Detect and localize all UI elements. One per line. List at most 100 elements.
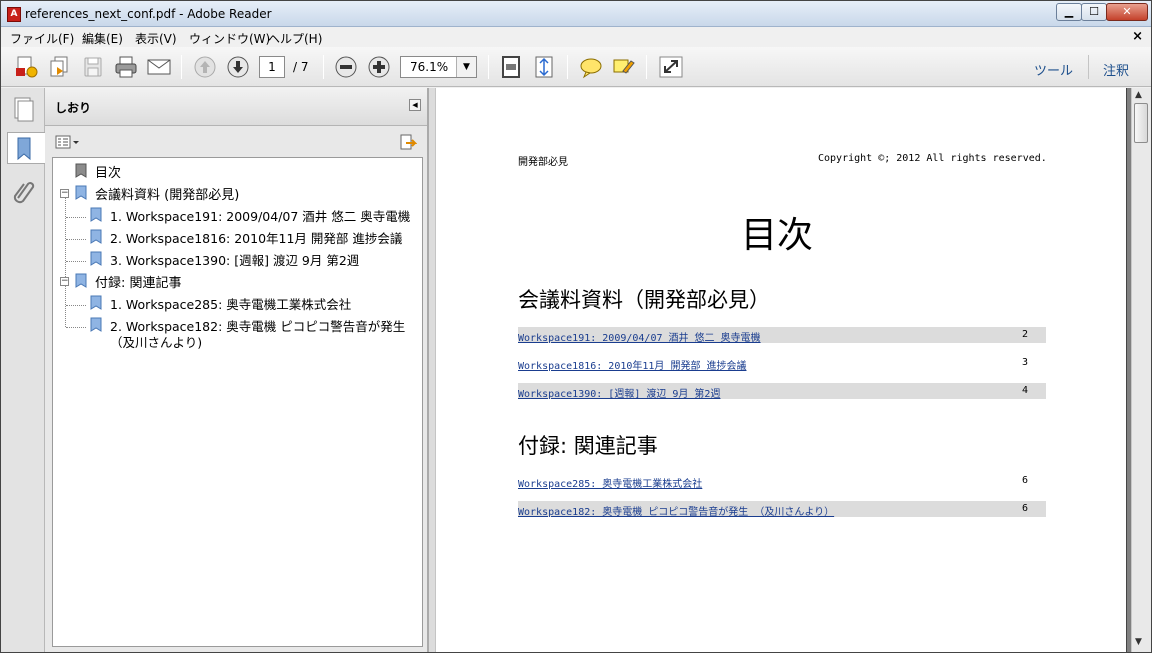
sticky-note-icon[interactable] [578, 55, 604, 79]
create-pdf-icon[interactable] [13, 55, 39, 79]
scroll-up-icon[interactable]: ▲ [1135, 90, 1142, 100]
bookmark-tree: 目次 − 会議料資料 (開発部必見) 1. Workspace191: 2009… [52, 157, 423, 647]
bookmark-item-workspace1390[interactable]: 3. Workspace1390: [週報] 渡辺 9月 第2週 [110, 250, 359, 269]
bookmark-icon [90, 251, 102, 266]
bookmarks-panel: しおり ◀ 目次 − 会議料資料 (開発部必見) 1. Workspace191… [45, 88, 428, 652]
toolbar-separator [323, 55, 324, 79]
combine-files-icon[interactable] [47, 55, 73, 79]
document-view[interactable]: 開発部必見 Copyright ©; 2012 All rights reser… [436, 88, 1131, 652]
bookmark-icon [90, 317, 102, 332]
toc-link[interactable]: Workspace1816: 2010年11月 開発部 進捗会議 [518, 357, 746, 372]
scroll-down-icon[interactable]: ▼ [1135, 637, 1142, 647]
comment-pane-link[interactable]: 注釈 [1103, 60, 1129, 79]
collapse-toggle-icon[interactable]: − [60, 189, 69, 198]
page-total: / 7 [293, 60, 309, 74]
vertical-scrollbar[interactable]: ▲ ▼ [1131, 88, 1151, 652]
tree-line [66, 217, 86, 218]
highlight-text-icon[interactable] [611, 55, 637, 79]
minimize-button[interactable]: ▁ [1056, 3, 1082, 21]
toc-link[interactable]: Workspace1390: [週報] 渡辺 9月 第2週 [518, 385, 720, 400]
toc-link[interactable]: Workspace182: 奥寺電機 ピコピコ警告音が発生 （及川さんより） [518, 503, 834, 518]
bookmark-icon [75, 163, 87, 178]
print-icon[interactable] [113, 55, 139, 79]
pdf-page: 開発部必見 Copyright ©; 2012 All rights reser… [436, 88, 1127, 652]
menu-help[interactable]: ヘルプ(H) [268, 30, 322, 47]
scroll-thumb[interactable] [1134, 103, 1148, 143]
toolbar-separator [567, 55, 568, 79]
toc-entry[interactable]: Workspace182: 奥寺電機 ピコピコ警告音が発生 （及川さんより） 6 [518, 501, 1046, 518]
toolbar: / 7 76.1% ▼ ツール 注釈 [1, 47, 1151, 87]
bookmark-icon [75, 273, 87, 288]
fit-page-icon[interactable] [498, 55, 524, 79]
bookmark-options-button[interactable] [55, 135, 81, 149]
bookmark-item-toc[interactable]: 目次 [95, 162, 121, 181]
toc-link[interactable]: Workspace285: 奥寺電機工業株式会社 [518, 475, 702, 490]
chevron-down-icon[interactable]: ▼ [456, 57, 476, 77]
bookmark-item-appendix[interactable]: 付録: 関連記事 [95, 272, 182, 291]
toc-page-number: 3 [1022, 357, 1029, 368]
bookmark-item-workspace285[interactable]: 1. Workspace285: 奥寺電機工業株式会社 [110, 294, 351, 313]
reader-window: A references_next_conf.pdf - Adobe Reade… [0, 0, 1152, 653]
collapse-toggle-icon[interactable]: − [60, 277, 69, 286]
menu-file[interactable]: ファイル(F) [10, 30, 74, 47]
toc-entry[interactable]: Workspace1816: 2010年11月 開発部 進捗会議 3 [518, 355, 1046, 372]
page-header-right: Copyright ©; 2012 All rights reserved. [818, 153, 1047, 164]
toolbar-separator [181, 55, 182, 79]
title-bar: A references_next_conf.pdf - Adobe Reade… [1, 1, 1151, 27]
toc-entry[interactable]: Workspace1390: [週報] 渡辺 9月 第2週 4 [518, 383, 1046, 400]
bookmark-item-workspace1816[interactable]: 2. Workspace1816: 2010年11月 開発部 進捗会議 [110, 228, 402, 247]
bookmarks-panel-icon[interactable] [7, 132, 45, 164]
page-number-input[interactable] [259, 56, 285, 78]
tree-line [66, 327, 86, 328]
attachments-icon[interactable] [7, 176, 39, 208]
toolbar-separator [646, 55, 647, 79]
bookmarks-title: しおり [55, 101, 92, 115]
toc-entry[interactable]: Workspace191: 2009/04/07 酒井 悠二 奥寺電機 2 [518, 327, 1046, 344]
navigation-pane-strip [1, 88, 45, 652]
bookmark-icon [75, 185, 87, 200]
close-document-button[interactable]: × [1132, 29, 1143, 44]
fit-width-icon[interactable] [531, 55, 557, 79]
window-title: references_next_conf.pdf - Adobe Reader [25, 7, 272, 21]
menu-edit[interactable]: 編集(E) [82, 30, 123, 47]
zoom-out-icon[interactable] [333, 55, 359, 79]
page-header-left: 開発部必見 [518, 157, 568, 168]
tree-line [66, 239, 86, 240]
toc-link[interactable]: Workspace191: 2009/04/07 酒井 悠二 奥寺電機 [518, 329, 761, 344]
section-title: 付録: 関連記事 [518, 434, 658, 458]
toc-title: 目次 [741, 215, 814, 256]
full-screen-icon[interactable] [658, 55, 684, 79]
panel-splitter[interactable] [428, 88, 436, 652]
menu-view[interactable]: 表示(V) [135, 30, 177, 47]
next-page-icon[interactable] [225, 55, 251, 79]
zoom-select[interactable]: 76.1% ▼ [400, 56, 477, 78]
email-icon[interactable] [146, 55, 172, 79]
maximize-button[interactable]: ☐ [1081, 3, 1107, 21]
page-thumbnails-icon[interactable] [7, 94, 39, 126]
new-bookmark-icon[interactable] [399, 134, 418, 152]
bookmark-item-workspace182-continuation[interactable]: （及川さんより) [110, 332, 202, 351]
menu-window[interactable]: ウィンドウ(W) [189, 30, 270, 47]
close-window-button[interactable]: ✕ [1106, 3, 1148, 21]
toc-page-number: 2 [1022, 329, 1029, 340]
section-title: 会議料資料（開発部必見） [518, 288, 770, 312]
previous-page-icon[interactable] [192, 55, 218, 79]
zoom-in-icon[interactable] [366, 55, 392, 79]
collapse-panel-button[interactable]: ◀ [409, 99, 421, 111]
bookmark-icon [90, 207, 102, 222]
bookmark-icon [90, 295, 102, 310]
bookmarks-header: しおり ◀ [45, 88, 427, 126]
zoom-value: 76.1% [410, 60, 449, 74]
bookmark-item-workspace191[interactable]: 1. Workspace191: 2009/04/07 酒井 悠二 奥寺電機 [110, 206, 410, 225]
bookmark-icon [90, 229, 102, 244]
save-icon[interactable] [80, 55, 106, 79]
toc-page-number: 4 [1022, 385, 1029, 396]
tree-line [66, 305, 86, 306]
tools-pane-link[interactable]: ツール [1034, 60, 1073, 79]
toc-page-number: 6 [1022, 475, 1029, 486]
toc-entry[interactable]: Workspace285: 奥寺電機工業株式会社 6 [518, 473, 1046, 490]
bookmark-item-meeting-materials[interactable]: 会議料資料 (開発部必見) [95, 184, 239, 203]
tree-line [66, 261, 86, 262]
menu-bar: ファイル(F) 編集(E) 表示(V) ウィンドウ(W) ヘルプ(H) × [1, 27, 1151, 47]
toc-page-number: 6 [1022, 503, 1029, 514]
